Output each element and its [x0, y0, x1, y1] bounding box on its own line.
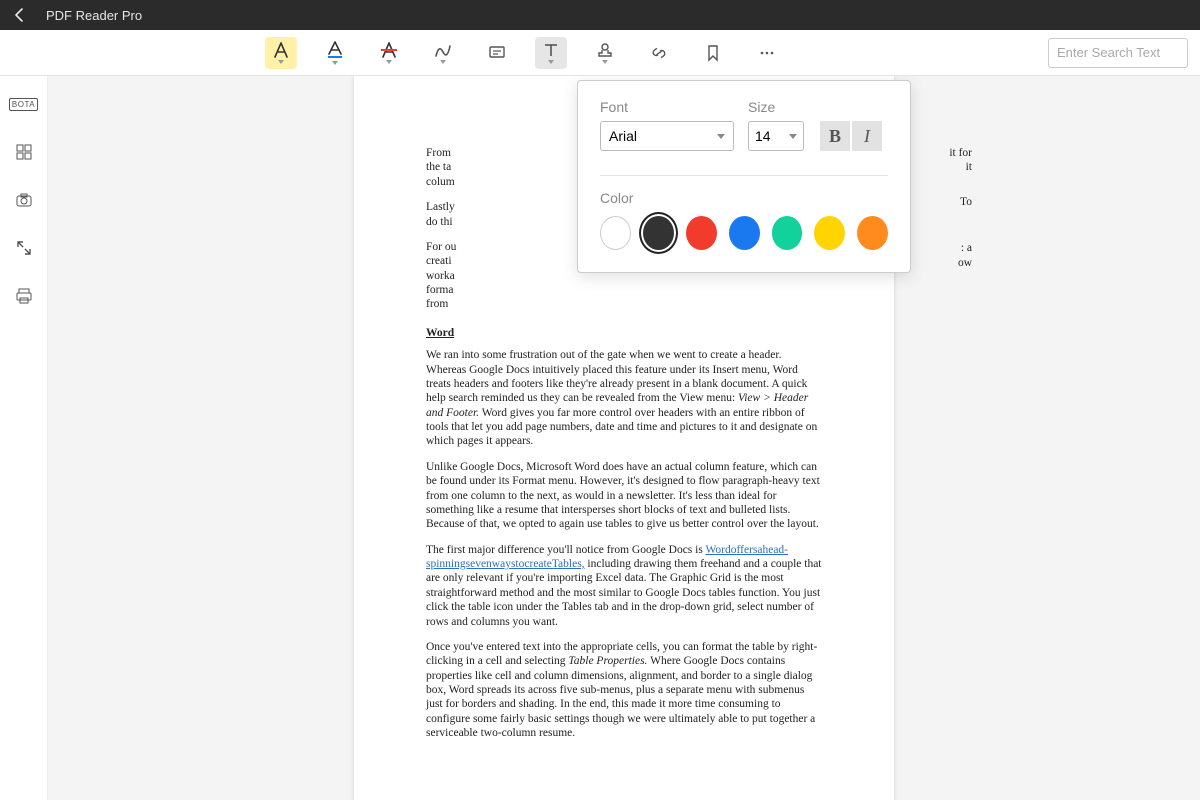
titlebar: PDF Reader Pro: [0, 0, 1200, 30]
text-tool[interactable]: [535, 37, 567, 69]
highlight-tool[interactable]: [265, 37, 297, 69]
color-swatch[interactable]: [814, 216, 845, 250]
italic-button[interactable]: I: [852, 121, 882, 151]
highlight-a-icon: [272, 42, 290, 58]
underline-tool[interactable]: [319, 37, 351, 69]
thumbnails-button[interactable]: [10, 138, 38, 166]
camera-icon: [15, 191, 33, 209]
fullscreen-button[interactable]: [10, 234, 38, 262]
font-select-value: Arial: [609, 128, 637, 144]
stamp-icon: [596, 42, 614, 58]
search-input[interactable]: [1048, 38, 1188, 68]
ink-tool[interactable]: [427, 37, 459, 69]
color-swatches: [600, 216, 888, 250]
page-peek-text: it for it To : a ow: [912, 146, 972, 270]
strikethrough-a-icon: [380, 42, 398, 58]
workspace: BOTA Fromthe tacolum Lastlydo thi For ou…: [0, 76, 1200, 800]
strikethrough-tool[interactable]: [373, 37, 405, 69]
bold-button[interactable]: B: [820, 121, 850, 151]
chevron-down-icon: [789, 134, 797, 139]
more-horizontal-icon: [758, 45, 776, 61]
side-strip: BOTA: [0, 76, 48, 800]
section-heading-word: Word: [426, 326, 822, 340]
ink-icon: [434, 42, 452, 58]
color-swatch[interactable]: [686, 216, 717, 250]
text-t-icon: [542, 42, 560, 58]
document-canvas[interactable]: Fromthe tacolum Lastlydo thi For oucreat…: [48, 76, 1200, 800]
divider: [600, 175, 888, 176]
note-tool[interactable]: [481, 37, 513, 69]
font-label: Font: [600, 99, 734, 115]
link-icon: [650, 45, 668, 61]
print-button[interactable]: [10, 282, 38, 310]
note-icon: [488, 45, 506, 61]
color-swatch[interactable]: [600, 216, 631, 250]
bota-toggle[interactable]: BOTA: [10, 90, 38, 118]
color-swatch[interactable]: [729, 216, 760, 250]
color-label: Color: [600, 190, 888, 206]
snapshot-button[interactable]: [10, 186, 38, 214]
underline-a-icon: [326, 41, 344, 59]
stamp-tool[interactable]: [589, 37, 621, 69]
arrow-left-icon: [12, 7, 28, 23]
search-wrap: [1048, 38, 1188, 68]
size-label: Size: [748, 99, 804, 115]
color-swatch[interactable]: [772, 216, 803, 250]
annotation-toolbar: [0, 30, 1200, 76]
grid-icon: [15, 143, 33, 161]
font-select[interactable]: Arial: [600, 121, 734, 151]
app-title: PDF Reader Pro: [46, 8, 142, 23]
size-select[interactable]: 14: [748, 121, 804, 151]
bookmark-icon: [705, 44, 721, 62]
expand-icon: [15, 239, 33, 257]
more-tool[interactable]: [751, 37, 783, 69]
back-button[interactable]: [8, 3, 32, 27]
color-swatch[interactable]: [643, 216, 674, 250]
text-style-popup: Font Arial Size 14 B I: [577, 80, 911, 273]
size-select-value: 14: [755, 128, 771, 144]
link-tool[interactable]: [643, 37, 675, 69]
color-swatch[interactable]: [857, 216, 888, 250]
bookmark-tool[interactable]: [697, 37, 729, 69]
chevron-down-icon: [717, 134, 725, 139]
print-icon: [15, 287, 33, 305]
